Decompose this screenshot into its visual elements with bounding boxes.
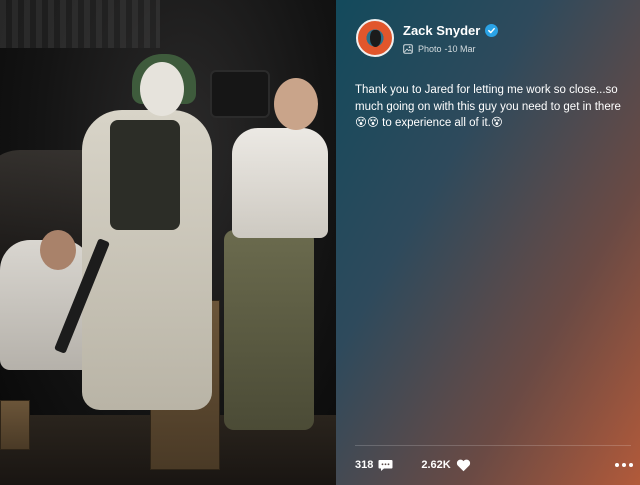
post-subline: Photo -10 Mar — [403, 44, 498, 54]
likes-stat[interactable]: 2.62K — [421, 459, 470, 472]
post-footer: 318 2.62K — [355, 456, 633, 474]
post-photo[interactable] — [0, 0, 336, 485]
post-meta: Zack Snyder Photo -10 Mar — [403, 23, 499, 54]
photo-icon — [403, 43, 413, 54]
post-info-panel: Zack Snyder Photo -10 Mar Thank you to J… — [336, 0, 640, 485]
avatar[interactable] — [356, 19, 394, 57]
wooden-crate-small — [0, 400, 30, 450]
post-viewer: Zack Snyder Photo -10 Mar Thank you to J… — [0, 0, 640, 485]
camera-operator — [232, 128, 328, 238]
backdrop-curtain — [0, 0, 160, 48]
verified-check-icon — [485, 23, 499, 37]
author-name[interactable]: Zack Snyder — [403, 23, 480, 38]
tactical-vest — [110, 120, 180, 230]
camera-operator-legs — [224, 230, 314, 430]
more-dot — [615, 463, 619, 467]
more-dots-icon[interactable] — [615, 463, 633, 467]
footer-divider — [355, 445, 631, 446]
camera-operator-head — [274, 78, 318, 130]
crouching-crew-head — [40, 230, 76, 270]
post-caption: Thank you to Jared for letting me work s… — [355, 84, 621, 129]
post-type-label: Photo — [418, 43, 442, 54]
avatar-mask — [370, 30, 381, 47]
actor-face — [140, 62, 184, 116]
comment-bubble-icon — [378, 459, 393, 472]
comments-count: 318 — [355, 459, 374, 471]
more-dot — [622, 463, 626, 467]
film-camera — [210, 70, 270, 118]
comments-stat[interactable]: 318 — [355, 459, 393, 472]
post-date: -10 Mar — [444, 43, 476, 54]
author-row: Zack Snyder — [403, 23, 499, 38]
likes-count: 2.62K — [421, 459, 451, 471]
heart-icon — [456, 459, 471, 472]
more-dot — [629, 463, 633, 467]
post-header: Zack Snyder Photo -10 Mar — [356, 19, 499, 57]
